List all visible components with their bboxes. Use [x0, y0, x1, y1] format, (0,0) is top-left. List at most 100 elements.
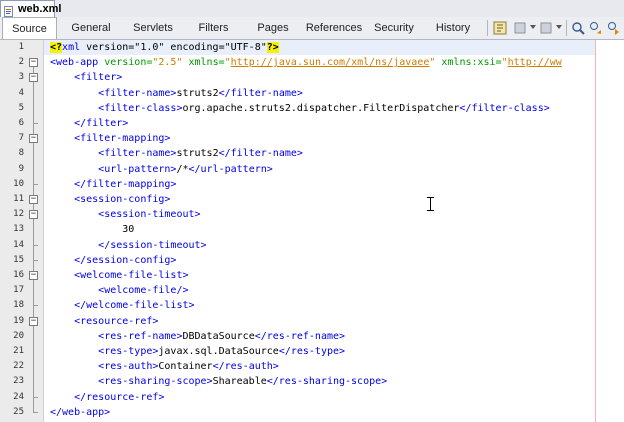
line-number: 6	[18, 118, 24, 128]
tab-source[interactable]: Source	[2, 17, 57, 39]
go-to-source-icon[interactable]	[492, 20, 508, 36]
code-text: /*	[176, 163, 189, 175]
xml-tag: <url-pattern>	[98, 163, 177, 175]
xml-tag: </res-auth>	[212, 361, 279, 373]
tab-label: Servlets	[133, 22, 173, 34]
xml-tag: <resource-ref>	[74, 315, 159, 327]
code-line[interactable]: </session-timeout>	[50, 238, 206, 253]
line-number: 18	[13, 300, 24, 311]
back-icon[interactable]	[512, 20, 528, 36]
fold-collapse-icon[interactable]: −	[29, 210, 38, 220]
xml-url[interactable]: http://ww	[508, 57, 562, 68]
line-number: 1	[18, 42, 24, 52]
line-number: 14	[13, 239, 24, 250]
fold-collapse-icon[interactable]: −	[29, 195, 38, 204]
tab-pages[interactable]: Pages	[246, 17, 300, 39]
xml-url[interactable]: http://java.sun.com/xml/ns/javaee	[231, 57, 430, 68]
xml-declaration-marker: <?	[50, 42, 63, 53]
code-text: org.apache.struts2.dispatcher.FilterDisp…	[182, 102, 460, 114]
line-number: 12	[13, 209, 24, 220]
find-previous-icon[interactable]	[588, 20, 604, 36]
code-line[interactable]: <filter-name>struts2</filter-name>	[50, 86, 303, 101]
line-number: 3	[18, 72, 24, 83]
file-tab-web-xml[interactable]: web.xml	[0, 0, 61, 17]
line-number: 9	[18, 163, 24, 174]
tab-references[interactable]: References	[303, 17, 365, 39]
xml-tag: </filter-class>	[459, 102, 550, 114]
code-text: DBDataSource	[182, 330, 255, 342]
code-line[interactable]: <?xml version="1.0" encoding="UTF-8"?>	[50, 40, 279, 55]
code-line[interactable]: <res-type>javax.sql.DataSource</res-type…	[50, 344, 345, 359]
file-tab-label: web.xml	[18, 3, 62, 15]
fold-collapse-icon[interactable]: −	[29, 271, 38, 280]
tab-security[interactable]: Security	[369, 17, 419, 39]
chevron-down-icon[interactable]	[530, 25, 536, 29]
tab-servlets[interactable]: Servlets	[124, 17, 182, 39]
code-line[interactable]: <res-ref-name>DBDataSource</res-ref-name…	[50, 329, 345, 344]
fold-guide-line	[33, 219, 34, 245]
xml-tag: </url-pattern>	[188, 163, 273, 175]
code-line[interactable]: <filter-name>struts2</filter-name>	[50, 146, 303, 161]
code-line[interactable]: <url-pattern>/*</url-pattern>	[50, 162, 273, 177]
code-line[interactable]: <filter>	[50, 70, 122, 85]
code-line[interactable]: <res-auth>Container</res-auth>	[50, 359, 279, 374]
fold-collapse-icon[interactable]: −	[29, 316, 38, 326]
right-margin-guide	[595, 40, 596, 422]
code-line[interactable]: <web-app version="2.5" xmlns="http://jav…	[50, 55, 562, 70]
code-line[interactable]: <welcome-file/>	[50, 283, 188, 298]
tab-filters[interactable]: Filters	[186, 17, 241, 39]
fold-end-marker	[33, 396, 38, 398]
code-line[interactable]: 30	[50, 222, 134, 237]
find-icon[interactable]	[570, 20, 586, 36]
tab-history[interactable]: History	[427, 17, 479, 39]
xml-tag: </filter-mapping>	[74, 178, 177, 190]
code-line[interactable]: </resource-ref>	[50, 390, 164, 405]
tab-label: Source	[12, 22, 47, 35]
code-text: struts2	[176, 87, 219, 99]
code-line[interactable]: <filter-mapping>	[50, 131, 170, 146]
tab-general[interactable]: General	[62, 17, 120, 39]
line-number: 2	[18, 57, 24, 68]
line-number: 25	[13, 406, 24, 417]
code-line[interactable]: <session-timeout>	[50, 207, 200, 222]
xml-tag: </web-app>	[50, 406, 111, 418]
fold-collapse-icon[interactable]: −	[29, 134, 38, 144]
tab-label: General	[71, 22, 111, 34]
xml-tag: <welcome-file/>	[98, 285, 189, 297]
code-line[interactable]: </web-app>	[50, 405, 110, 420]
xml-tag: <filter-name>	[98, 148, 177, 160]
chevron-down-icon[interactable]	[556, 25, 562, 29]
code-text: struts2	[176, 148, 219, 160]
code-line[interactable]: <filter-class>org.apache.struts2.dispatc…	[50, 101, 550, 116]
code-line[interactable]: </welcome-file-list>	[50, 298, 194, 313]
xml-tag: </filter>	[74, 118, 129, 129]
fold-collapse-icon[interactable]: −	[29, 58, 38, 68]
xml-tag: </session-config>	[74, 254, 177, 266]
code-line[interactable]: <resource-ref>	[50, 314, 158, 329]
find-next-icon[interactable]	[606, 20, 622, 36]
fold-end-marker	[33, 123, 38, 124]
code-line[interactable]: </session-config>	[50, 253, 176, 268]
xml-tag: <res-sharing-scope>	[98, 376, 213, 388]
line-number: 15	[13, 254, 24, 265]
forward-icon[interactable]	[538, 20, 554, 36]
code-line[interactable]: <welcome-file-list>	[50, 268, 188, 283]
code-line[interactable]: <session-config>	[50, 192, 170, 207]
xml-tag: <res-auth>	[98, 361, 159, 373]
fold-collapse-icon[interactable]: −	[29, 73, 38, 83]
code-line[interactable]: </filter>	[50, 116, 128, 131]
code-line[interactable]: <res-sharing-scope>Shareable</res-sharin…	[50, 374, 387, 389]
xml-tag: </resource-ref>	[74, 391, 165, 403]
xml-tag: <filter-class>	[98, 102, 183, 114]
xml-tag: xml	[62, 42, 81, 53]
code-line[interactable]: </filter-mapping>	[50, 177, 176, 192]
xml-tag: <web-app	[50, 57, 99, 69]
